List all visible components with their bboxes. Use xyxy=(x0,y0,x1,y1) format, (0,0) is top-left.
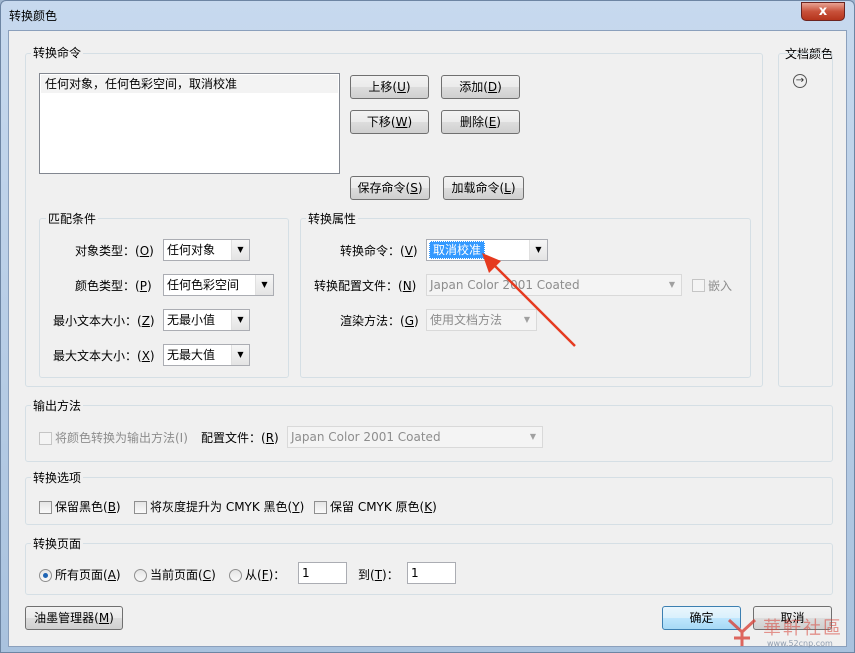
from-label: 从(F)： xyxy=(245,568,286,582)
color-type-select[interactable]: 任何色彩空间 ▼ xyxy=(163,274,274,296)
conversion-command-label: 转换命令：(V) xyxy=(340,244,418,258)
dialog-window: 转换颜色 x 文档颜色 → 转换命令 任何对象，任何色彩空间，取消校准 上移(U… xyxy=(0,0,855,653)
max-text-size-select[interactable]: 无最大值 ▼ xyxy=(163,344,250,366)
gray-to-cmyk-label: 将灰度提升为 CMYK 黑色(Y) xyxy=(150,500,305,514)
radio-selected-dot xyxy=(43,573,48,578)
output-profile-label: 配置文件：(R) xyxy=(201,431,279,445)
conversion-pages-label: 转换页面 xyxy=(31,537,84,551)
embed-checkbox[interactable] xyxy=(692,279,705,292)
close-button[interactable]: x xyxy=(801,2,845,21)
dialog-client: 文档颜色 → 转换命令 任何对象，任何色彩空间，取消校准 上移(U) 添加(D)… xyxy=(8,30,847,647)
delete-button[interactable]: 删除(E) xyxy=(441,110,520,134)
to-label: 到(T)： xyxy=(358,568,399,582)
keep-black-checkbox[interactable] xyxy=(39,501,52,514)
move-up-button[interactable]: 上移(U) xyxy=(350,75,429,99)
current-page-radio[interactable] xyxy=(134,569,147,582)
chevron-down-icon: ▼ xyxy=(524,427,542,447)
color-type-label: 颜色类型：(P) xyxy=(75,279,152,293)
add-button[interactable]: 添加(D) xyxy=(441,75,520,99)
document-colors-panel xyxy=(778,53,833,387)
command-list[interactable]: 任何对象，任何色彩空间，取消校准 xyxy=(39,73,340,174)
page-range-radio[interactable] xyxy=(229,569,242,582)
current-page-label: 当前页面(C) xyxy=(150,568,216,582)
min-text-size-select[interactable]: 无最小值 ▼ xyxy=(163,309,250,331)
from-page-input[interactable]: 1 xyxy=(298,562,347,584)
watermark-url: www.52cnp.com xyxy=(767,639,833,648)
output-profile-select[interactable]: Japan Color 2001 Coated ▼ xyxy=(287,426,543,448)
logo-icon xyxy=(727,618,757,646)
load-command-button[interactable]: 加载命令(L) xyxy=(443,176,524,200)
list-item[interactable]: 任何对象，任何色彩空间，取消校准 xyxy=(41,75,338,93)
embed-label: 嵌入 xyxy=(708,279,733,293)
min-text-size-label: 最小文本大小：(Z) xyxy=(53,314,155,328)
title-bar[interactable]: 转换颜色 x xyxy=(1,1,854,29)
output-method-label: 输出方法 xyxy=(31,399,84,413)
move-down-button[interactable]: 下移(W) xyxy=(350,110,429,134)
keep-cmyk-checkbox[interactable] xyxy=(314,501,327,514)
chevron-down-icon: ▼ xyxy=(231,240,249,260)
object-type-select[interactable]: 任何对象 ▼ xyxy=(163,239,250,261)
window-title: 转换颜色 xyxy=(9,9,58,23)
conversion-options-label: 转换选项 xyxy=(31,471,84,485)
object-type-label: 对象类型：(O) xyxy=(75,244,154,258)
chevron-down-icon: ▼ xyxy=(231,345,249,365)
chevron-down-icon: ▼ xyxy=(255,275,273,295)
all-pages-label: 所有页面(A) xyxy=(55,568,121,582)
render-method-label: 渲染方法：(G) xyxy=(340,314,419,328)
convert-output-checkbox[interactable] xyxy=(39,432,52,445)
keep-black-label: 保留黑色(B) xyxy=(55,500,121,514)
watermark-logo: 華軒社區 www.52cnp.com xyxy=(725,612,853,652)
all-pages-radio[interactable] xyxy=(39,569,52,582)
close-icon: x xyxy=(818,4,828,19)
ink-manager-button[interactable]: 油墨管理器(M) xyxy=(25,606,123,630)
conversion-attributes-label: 转换属性 xyxy=(306,212,359,226)
gray-to-cmyk-checkbox[interactable] xyxy=(134,501,147,514)
chevron-down-icon: ▼ xyxy=(231,310,249,330)
save-command-button[interactable]: 保存命令(S) xyxy=(350,176,430,200)
match-conditions-label: 匹配条件 xyxy=(46,212,99,226)
arrow-right-circle-icon[interactable]: → xyxy=(793,74,807,88)
chevron-down-icon: ▼ xyxy=(663,275,681,295)
max-text-size-label: 最大文本大小：(X) xyxy=(53,349,155,363)
conversion-profile-label: 转换配置文件：(N) xyxy=(314,279,417,293)
to-page-input[interactable]: 1 xyxy=(407,562,456,584)
watermark-brand: 華軒社區 xyxy=(763,618,843,639)
commands-group-label: 转换命令 xyxy=(31,46,84,60)
keep-cmyk-label: 保留 CMYK 原色(K) xyxy=(330,500,437,514)
annotation-arrow-icon xyxy=(482,253,576,347)
convert-output-label: 将颜色转换为输出方法(I) xyxy=(55,431,188,445)
